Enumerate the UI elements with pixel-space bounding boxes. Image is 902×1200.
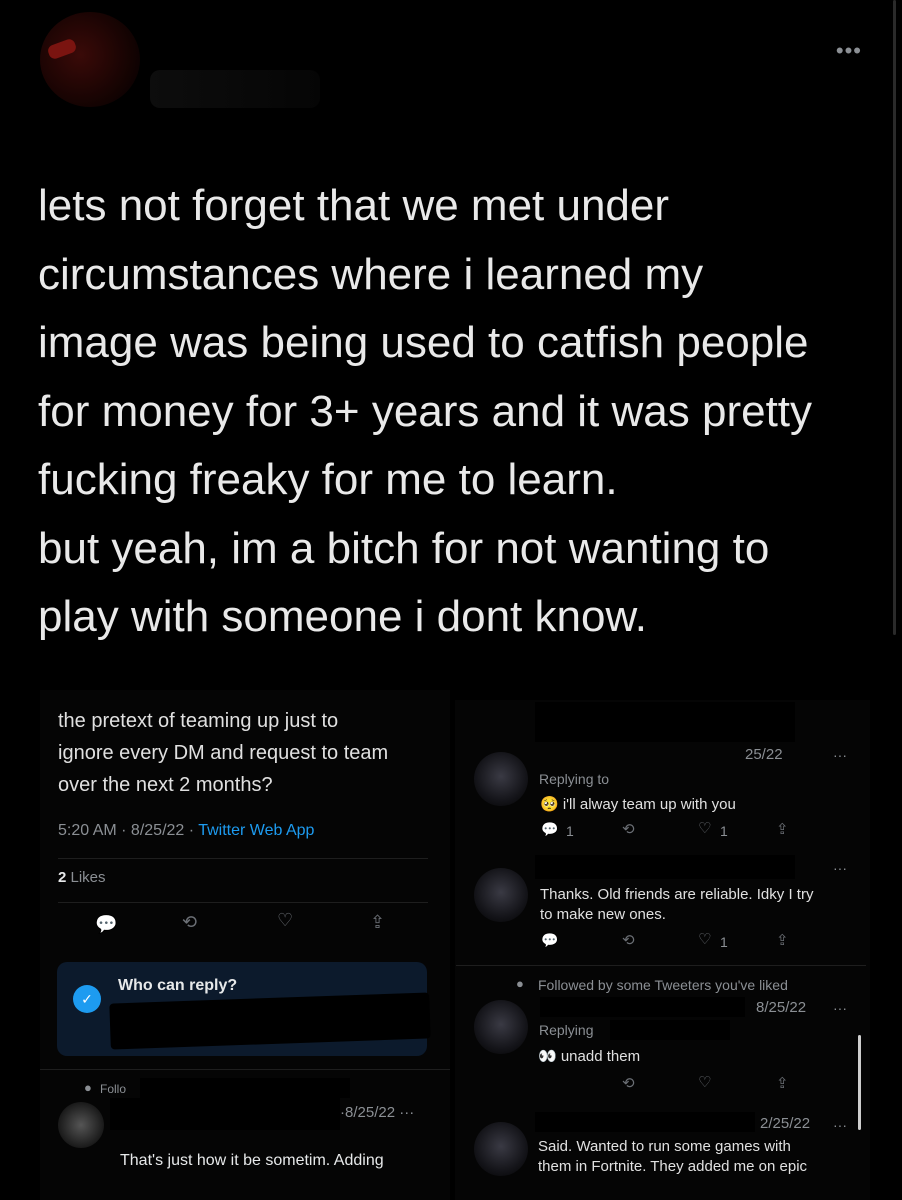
- who-can-reply-title: Who can reply?: [118, 977, 238, 994]
- avatar[interactable]: [474, 752, 528, 806]
- more-options-icon[interactable]: •••: [836, 38, 862, 64]
- reply-icon[interactable]: 💬: [95, 914, 117, 935]
- more-options-icon[interactable]: ···: [833, 747, 847, 763]
- reply-icon[interactable]: 💬: [541, 932, 558, 949]
- avatar[interactable]: [474, 1122, 528, 1176]
- divider: [58, 858, 428, 859]
- reply-date-text: ·8/25/22: [340, 1104, 396, 1121]
- redaction: [140, 1078, 350, 1098]
- person-icon: ●: [84, 1080, 92, 1095]
- share-icon[interactable]: ⇪: [776, 931, 789, 949]
- followed-by-label: Followed by some Tweeters you've liked: [538, 977, 788, 993]
- replying-to-label: Replying to: [539, 771, 610, 787]
- more-options-icon[interactable]: ···: [833, 1000, 847, 1016]
- replying-to-label: Replying: [539, 1022, 594, 1038]
- reply-text: Thanks. Old friends are reliable. Idky I…: [540, 886, 814, 923]
- reply-text-tail: . Adding: [325, 1152, 384, 1169]
- share-icon[interactable]: ⇪: [776, 1074, 789, 1092]
- share-icon[interactable]: ⇪: [370, 912, 385, 933]
- divider: [58, 902, 428, 903]
- avatar[interactable]: [474, 868, 528, 922]
- like-count: 1: [720, 823, 728, 839]
- redacted-username: [110, 1098, 340, 1130]
- tweet-date: 2/25/22: [760, 1115, 811, 1132]
- share-icon[interactable]: ⇪: [776, 820, 789, 838]
- person-icon: ●: [516, 976, 524, 991]
- scrollbar[interactable]: [858, 1035, 861, 1130]
- reply-avatar[interactable]: [58, 1102, 104, 1148]
- tweet-date: 25/22: [745, 746, 783, 763]
- tweet-date: 8/25/22: [756, 999, 807, 1016]
- avatar[interactable]: [474, 1000, 528, 1054]
- reply-text: 👀 unadd them: [538, 1048, 641, 1065]
- tweet-text: lets not forget that we met under circum…: [38, 181, 813, 641]
- avatar[interactable]: [40, 12, 140, 107]
- reply-text: 🥺 i'll alway team up with you: [540, 796, 736, 813]
- like-icon[interactable]: ♡: [698, 819, 711, 837]
- more-options-icon[interactable]: ···: [833, 1117, 847, 1133]
- reply-date: ·8/25/22 ···: [340, 1104, 414, 1121]
- retweet-icon[interactable]: ⟲: [622, 820, 635, 838]
- redaction: [535, 855, 795, 879]
- scrollbar[interactable]: [893, 0, 896, 635]
- redaction: [540, 997, 745, 1017]
- tweet-source-link[interactable]: Twitter Web App: [198, 822, 314, 839]
- like-icon[interactable]: ♡: [698, 930, 711, 948]
- like-icon[interactable]: ♡: [277, 910, 293, 931]
- quoted-tweet-text: the pretext of teaming up just to ignore…: [58, 710, 389, 796]
- divider: [456, 965, 866, 966]
- retweet-icon[interactable]: ⟲: [622, 1074, 635, 1092]
- tweet-time: 5:20 AM · 8/25/22 ·: [58, 822, 199, 839]
- reply-icon[interactable]: 💬: [541, 821, 558, 838]
- redacted-username: [150, 70, 320, 108]
- reply-text: Said. Wanted to run some games with them…: [538, 1138, 808, 1175]
- redaction: [610, 1020, 730, 1040]
- redaction: [535, 1112, 755, 1132]
- divider: [40, 1069, 450, 1070]
- likes-count[interactable]: 2 Likes: [58, 869, 106, 886]
- more-options-icon[interactable]: ···: [399, 1104, 414, 1121]
- tweet-timestamp: 5:20 AM · 8/25/22 · Twitter Web App: [58, 822, 314, 840]
- reply-count: 1: [566, 823, 574, 839]
- retweet-icon[interactable]: ⟲: [622, 931, 635, 949]
- like-count: 1: [720, 934, 728, 950]
- reply-text: That's just how it be sometim. Adding: [120, 1152, 384, 1170]
- redaction: [535, 702, 795, 742]
- person-check-icon: ✓: [73, 985, 101, 1013]
- likes-label: Likes: [66, 869, 106, 886]
- followed-by-label: Follo: [100, 1082, 127, 1096]
- like-icon[interactable]: ♡: [698, 1073, 711, 1091]
- more-options-icon[interactable]: ···: [833, 860, 847, 876]
- retweet-icon[interactable]: ⟲: [182, 912, 197, 933]
- reply-text-head: That's just how it be sometim: [120, 1152, 326, 1169]
